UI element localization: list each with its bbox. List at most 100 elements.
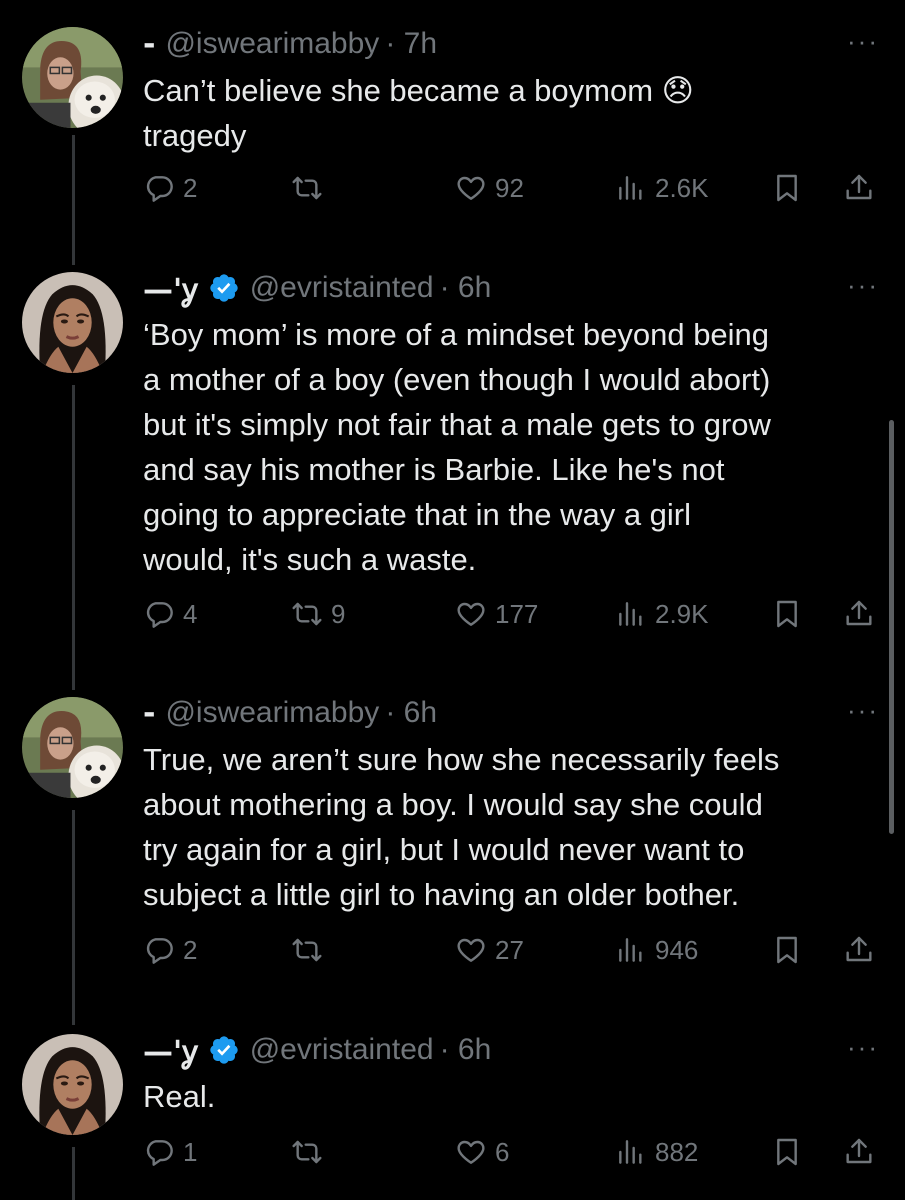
timestamp[interactable]: · 6h (440, 1033, 492, 1067)
reply-button[interactable]: 2 (143, 172, 197, 204)
timestamp[interactable]: · 6h (385, 696, 437, 730)
thread-line (72, 1147, 75, 1200)
view-count: 2.6K (655, 172, 709, 203)
repost-button[interactable]: 9 (291, 598, 345, 630)
avatar-image (22, 1034, 123, 1135)
tweet-text-line: subject a little girl to having an older… (143, 877, 740, 912)
like-button[interactable]: 27 (455, 934, 524, 966)
repost-count: 9 (331, 598, 346, 629)
handle[interactable]: @iswearimabby (165, 696, 379, 730)
reply-count: 2 (183, 172, 198, 203)
views-button[interactable]: 2.9K (615, 598, 709, 630)
avatar-woman-portrait[interactable] (22, 1034, 123, 1135)
avatar-image (22, 697, 123, 798)
view-count: 946 (655, 934, 699, 965)
reply-count: 4 (183, 598, 198, 629)
heart-icon (457, 176, 485, 200)
tweet-text-line: going to appreciate that in the way a gi… (143, 497, 692, 532)
reply-button[interactable]: 2 (143, 934, 197, 966)
more-options-icon[interactable]: ··· (847, 695, 879, 726)
views-button[interactable]: 882 (615, 1136, 698, 1168)
tweet-text-line: ‘Boy mom’ is more of a mindset beyond be… (143, 317, 770, 352)
repost-icon (292, 602, 322, 626)
action-bar: 2 27 946 (143, 934, 883, 974)
share-button[interactable] (843, 172, 875, 204)
view-count: 882 (655, 1136, 699, 1167)
thread-line (72, 385, 75, 690)
repost-button[interactable] (291, 1136, 331, 1168)
bookmark-button[interactable] (771, 1136, 803, 1168)
reply-count: 1 (183, 1136, 198, 1167)
bookmark-icon (777, 1138, 797, 1166)
display-name[interactable]: - (143, 27, 155, 62)
heart-icon (457, 1140, 485, 1164)
verified-badge-icon (210, 274, 238, 302)
more-options-icon[interactable]: ··· (847, 26, 879, 57)
handle[interactable]: @iswearimabby (165, 27, 379, 61)
repost-icon (292, 1140, 322, 1164)
share-button[interactable] (843, 1136, 875, 1168)
scrollbar[interactable] (889, 420, 894, 834)
reply-button[interactable]: 4 (143, 598, 197, 630)
avatar-woman-with-dog[interactable] (22, 27, 123, 128)
bookmark-icon (777, 600, 797, 628)
timestamp[interactable]: · 6h (440, 271, 492, 305)
share-icon (846, 936, 872, 962)
share-icon (846, 174, 872, 200)
share-icon (846, 1138, 872, 1164)
more-options-icon[interactable]: ··· (847, 1032, 879, 1063)
reply-icon (146, 938, 173, 964)
avatar-woman-with-dog[interactable] (22, 697, 123, 798)
like-count: 27 (495, 934, 524, 965)
action-bar: 4 9 177 2.9K (143, 598, 883, 638)
tweet-header: - @iswearimabby · 6h (143, 693, 437, 733)
share-button[interactable] (843, 598, 875, 630)
thread-line (72, 135, 75, 265)
display-name[interactable]: —'ỿ (143, 268, 198, 309)
like-button[interactable]: 6 (455, 1136, 509, 1168)
tweet-text-line: try again for a girl, but I would never … (143, 832, 745, 867)
bookmark-icon (777, 936, 797, 964)
avatar-image (22, 272, 123, 373)
handle[interactable]: @evristainted (250, 271, 434, 305)
tweet-text-line: Real. (143, 1079, 216, 1114)
bookmark-button[interactable] (771, 598, 803, 630)
views-button[interactable]: 2.6K (615, 172, 709, 204)
repost-button[interactable] (291, 172, 331, 204)
tweet-text-line: would, it's such a waste. (143, 542, 477, 577)
views-icon (619, 176, 642, 200)
views-icon (619, 602, 642, 626)
like-button[interactable]: 177 (455, 598, 538, 630)
reply-icon (146, 176, 173, 202)
thread-line (72, 810, 75, 1025)
repost-icon (292, 176, 322, 200)
action-bar: 2 92 2.6K (143, 172, 883, 212)
like-button[interactable]: 92 (455, 172, 524, 204)
tweet-header: - @iswearimabby · 7h (143, 24, 437, 64)
tweet-header: —'ỿ @evristainted · 6h (143, 1030, 491, 1070)
like-count: 92 (495, 172, 524, 203)
avatar-woman-portrait[interactable] (22, 272, 123, 373)
reply-icon (146, 1140, 173, 1166)
handle[interactable]: @evristainted (250, 1033, 434, 1067)
heart-icon (457, 938, 485, 962)
bookmark-button[interactable] (771, 172, 803, 204)
timestamp[interactable]: · 7h (385, 27, 437, 61)
display-name[interactable]: - (143, 696, 155, 731)
tweet-text-line: tragedy (143, 118, 247, 153)
bookmark-button[interactable] (771, 934, 803, 966)
display-name[interactable]: —'ỿ (143, 1030, 198, 1071)
repost-icon (292, 938, 322, 962)
views-button[interactable]: 946 (615, 934, 698, 966)
tweet-text: ‘Boy mom’ is more of a mindset beyond be… (143, 312, 883, 582)
tweet-text-line: True, we aren’t sure how she necessarily… (143, 742, 780, 777)
verified-badge-icon (210, 1036, 238, 1064)
repost-button[interactable] (291, 934, 331, 966)
tweet-text-line: about mothering a boy. I would say she c… (143, 787, 763, 822)
reply-button[interactable]: 1 (143, 1136, 197, 1168)
action-bar: 1 6 882 (143, 1136, 883, 1176)
more-options-icon[interactable]: ··· (847, 270, 879, 301)
reply-count: 2 (183, 934, 198, 965)
share-button[interactable] (843, 934, 875, 966)
views-icon (619, 938, 642, 962)
